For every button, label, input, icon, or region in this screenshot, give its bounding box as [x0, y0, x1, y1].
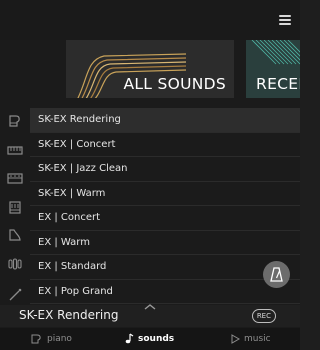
metronome-button[interactable] — [263, 261, 290, 288]
recent-tile[interactable]: RECENT — [246, 40, 300, 98]
rec-button[interactable]: REC — [251, 309, 276, 323]
tab-piano[interactable]: piano — [31, 332, 72, 346]
app-window: ALL SOUNDS RECENT — [0, 0, 300, 350]
tab-music-label: music — [244, 334, 271, 344]
piano-icon — [31, 334, 43, 344]
filter-sidebar — [0, 108, 30, 308]
grand-piano-filter-icon[interactable] — [7, 114, 23, 128]
tab-music[interactable]: music — [230, 332, 271, 346]
chevron-up-icon[interactable] — [143, 303, 157, 311]
electric-piano-filter-icon[interactable] — [7, 143, 23, 157]
tab-piano-label: piano — [47, 334, 72, 344]
sound-item[interactable]: SK-EX | Warm — [30, 182, 300, 206]
tab-sounds[interactable]: sounds — [124, 332, 174, 346]
synth-filter-icon[interactable] — [7, 171, 23, 185]
recent-label: RECENT — [256, 75, 300, 93]
now-playing-bar[interactable]: SK-EX Rendering REC — [0, 303, 300, 327]
strings-filter-icon[interactable] — [7, 257, 23, 271]
sound-item[interactable]: SK-EX | Jazz Clean — [30, 157, 300, 182]
sound-item[interactable]: SK-EX | Concert — [30, 133, 300, 157]
more-filter-icon[interactable] — [7, 288, 23, 302]
harpsichord-filter-icon[interactable] — [7, 228, 23, 242]
tab-sounds-label: sounds — [138, 334, 175, 344]
top-header — [0, 0, 300, 40]
music-note-icon — [124, 333, 134, 344]
bottom-nav: piano sounds music — [0, 328, 300, 350]
sound-item[interactable]: EX | Pop Grand — [30, 280, 300, 304]
organ-filter-icon[interactable] — [7, 200, 23, 214]
play-icon — [230, 333, 240, 344]
sound-item[interactable]: EX | Concert — [30, 206, 300, 231]
now-playing-title: SK-EX Rendering — [19, 308, 119, 322]
sound-item-selected[interactable]: SK-EX Rendering — [30, 108, 300, 133]
menu-icon[interactable] — [279, 15, 291, 25]
all-sounds-tile[interactable]: ALL SOUNDS — [66, 40, 234, 98]
metronome-icon — [270, 267, 283, 282]
all-sounds-label: ALL SOUNDS — [123, 75, 226, 93]
sound-list: SK-EX Rendering SK-EX | Concert SK-EX | … — [30, 108, 300, 308]
sound-item[interactable]: EX | Standard — [30, 255, 300, 280]
category-tiles: ALL SOUNDS RECENT — [0, 40, 300, 98]
sound-item[interactable]: EX | Warm — [30, 231, 300, 255]
